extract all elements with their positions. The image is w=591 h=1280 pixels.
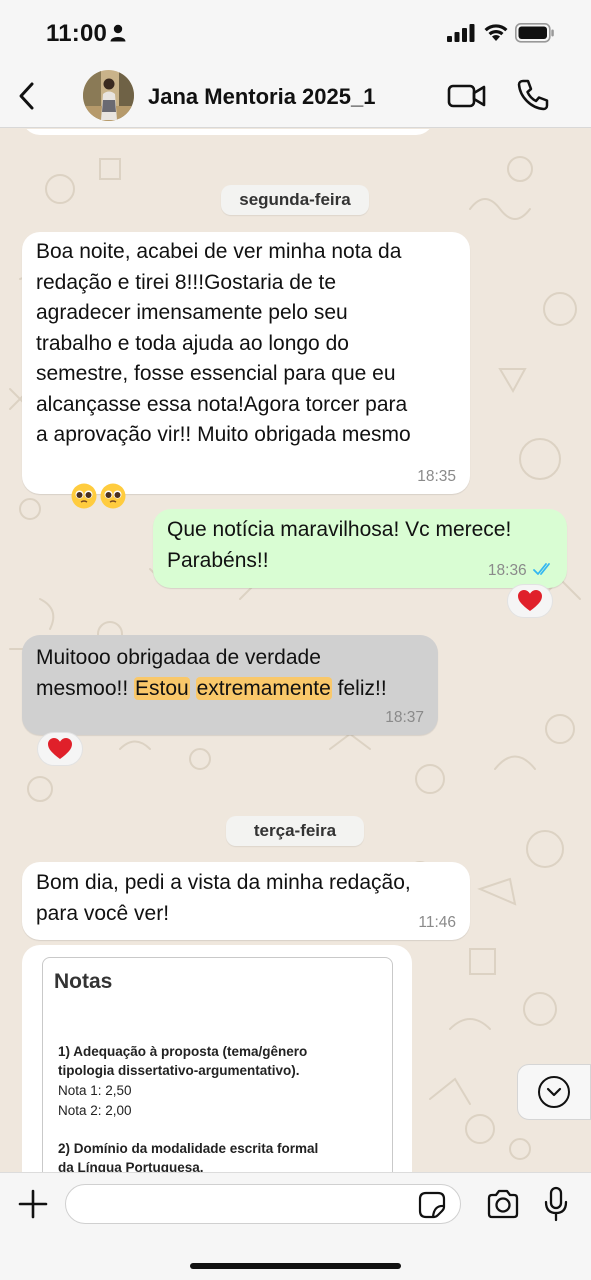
phone-icon[interactable]	[516, 78, 550, 112]
document-line: tipologia dissertativo-argumentativo).	[58, 1063, 300, 1078]
heart-icon	[518, 590, 542, 611]
message-incoming-2[interactable]: Muitooo obrigadaa de verdade mesmoo!! Es…	[22, 635, 438, 735]
document-line: 1) Adequação à proposta (tema/gênero	[58, 1044, 308, 1059]
pleading-face-emoji-icon	[100, 483, 126, 509]
heart-icon	[48, 738, 72, 759]
document-title: Notas	[54, 970, 113, 993]
person-icon	[110, 24, 126, 42]
message-time: 18:35	[417, 468, 456, 485]
message-incoming-1[interactable]: Boa noite, acabei de ver minha nota da r…	[22, 232, 470, 509]
scroll-to-bottom-button[interactable]	[517, 1064, 591, 1120]
highlighted-word: extremamente	[195, 676, 332, 700]
document-message[interactable]: Notas 1) Adequação à proposta (tema/gêne…	[22, 945, 412, 1172]
signal-icon	[447, 24, 475, 42]
message-text-part: feliz!!	[331, 676, 387, 700]
status-bar: 11:00	[0, 0, 591, 64]
message-time: 18:36	[487, 562, 527, 579]
chat-header: Jana Mentoria 2025_1	[0, 64, 591, 128]
camera-icon[interactable]	[486, 1189, 520, 1219]
home-indicator[interactable]	[190, 1263, 401, 1269]
chat-title[interactable]: Jana Mentoria 2025_1	[148, 84, 375, 110]
pleading-face-emoji-icon	[71, 483, 97, 509]
reaction-badge[interactable]	[507, 584, 553, 618]
message-incoming-3[interactable]: Bom dia, pedi a vista da minha redação, …	[22, 862, 470, 940]
document-line: Nota 2: 2,00	[58, 1103, 132, 1118]
document-preview[interactable]: Notas 1) Adequação à proposta (tema/gêne…	[42, 957, 393, 1172]
previous-message-bubble[interactable]	[22, 129, 434, 135]
message-text: Boa noite, acabei de ver minha nota da r…	[36, 240, 411, 446]
double-check-icon	[533, 563, 550, 575]
avatar[interactable]	[83, 70, 134, 121]
chat-area[interactable]: segunda-feira Boa noite, acabei de ver m…	[0, 129, 591, 1172]
chevron-down-icon	[538, 1076, 570, 1108]
input-bar	[0, 1172, 591, 1280]
back-button[interactable]	[14, 80, 42, 112]
message-time-with-status: 18:36	[488, 562, 555, 580]
message-input[interactable]	[65, 1184, 461, 1224]
reaction-badge[interactable]	[37, 732, 83, 766]
message-outgoing-1[interactable]: Que notícia maravilhosa! Vc merece! Para…	[153, 509, 567, 588]
microphone-icon[interactable]	[543, 1186, 569, 1222]
status-time: 11:00	[46, 20, 108, 47]
plus-icon[interactable]	[18, 1189, 48, 1219]
message-time: 18:37	[385, 709, 424, 726]
wifi-icon	[484, 24, 508, 41]
date-separator-monday: segunda-feira	[221, 185, 369, 215]
sticker-icon[interactable]	[418, 1191, 446, 1219]
message-text-part	[190, 677, 196, 700]
video-camera-icon[interactable]	[447, 80, 487, 112]
message-time: 11:46	[418, 914, 456, 931]
document-line: da Língua Portuguesa.	[58, 1160, 204, 1172]
battery-icon	[515, 23, 554, 43]
message-text: Bom dia, pedi a vista da minha redação, …	[36, 871, 411, 925]
date-separator-tuesday: terça-feira	[226, 816, 364, 846]
document-line: Nota 1: 2,50	[58, 1083, 132, 1098]
document-line: 2) Domínio da modalidade escrita formal	[58, 1141, 319, 1156]
highlighted-word: Estou	[134, 676, 190, 700]
message-text: Muitooo obrigadaa de verdade mesmoo!! Es…	[36, 643, 424, 704]
